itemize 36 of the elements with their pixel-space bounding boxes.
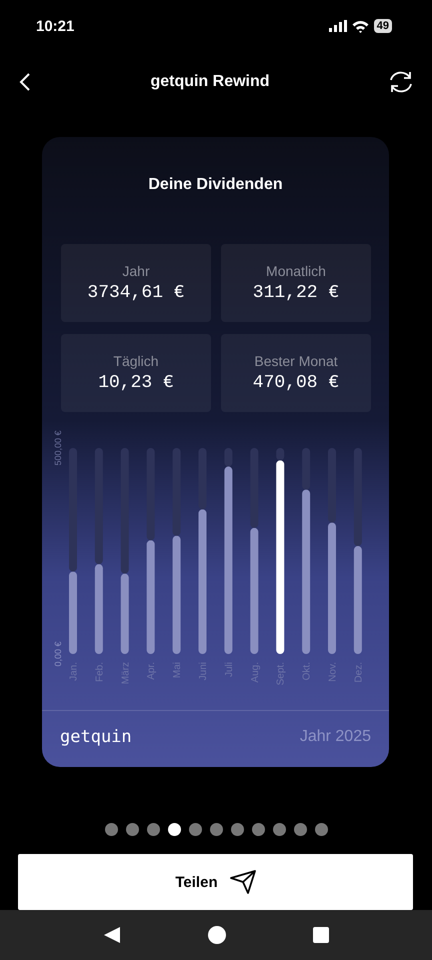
page-dot[interactable] <box>146 823 160 836</box>
stat-value: 3734,61 € <box>87 283 185 303</box>
page-dot[interactable] <box>252 823 264 836</box>
page-dot[interactable] <box>272 823 286 836</box>
battery-level: 49 <box>374 19 392 33</box>
share-button[interactable]: Teilen <box>18 854 413 910</box>
stat-value: 10,23 € <box>98 373 174 393</box>
page-dot[interactable] <box>314 823 328 836</box>
card-title: Deine Dividenden <box>147 175 284 194</box>
recents-button[interactable] <box>312 927 329 943</box>
period-label: Jahr 2025 <box>300 728 371 746</box>
page-dot[interactable] <box>168 823 180 836</box>
brand-name: getquin <box>60 727 132 747</box>
page-dot[interactable] <box>230 823 244 836</box>
page-dot[interactable] <box>126 823 138 836</box>
send-icon <box>230 870 256 894</box>
back-nav-button[interactable] <box>103 926 122 944</box>
screen-title: getquin Rewind <box>150 73 270 91</box>
signal-icon <box>328 20 347 32</box>
home-button[interactable] <box>208 926 226 944</box>
page-dot[interactable] <box>104 823 118 836</box>
stat-label: Monatlich <box>266 263 326 279</box>
page-dot[interactable] <box>188 823 202 836</box>
wifi-icon <box>352 20 369 32</box>
status-time: 10:21 <box>36 18 74 34</box>
axis-label: 500,00 € <box>53 430 63 466</box>
stat-label: Täglich <box>113 353 159 369</box>
refresh-button[interactable] <box>388 70 414 94</box>
stat-value: 311,22 € <box>252 283 340 303</box>
stat-label: Bester Monat <box>254 353 338 369</box>
back-button[interactable] <box>18 72 32 92</box>
stat-value: 470,08 € <box>252 373 340 393</box>
axis-label: 0,00 € <box>53 641 63 667</box>
stat-label: Jahr <box>122 263 150 279</box>
page-dot[interactable] <box>294 823 306 836</box>
page-dot[interactable] <box>210 823 222 836</box>
